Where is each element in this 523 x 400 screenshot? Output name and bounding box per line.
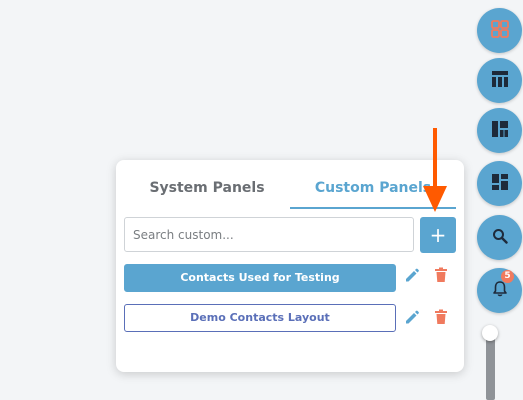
add-panel-button[interactable]: + <box>420 217 456 253</box>
widgets-button[interactable] <box>477 8 522 53</box>
dashboard-icon <box>491 173 509 195</box>
pencil-icon[interactable] <box>403 266 421 284</box>
dashboard-button[interactable] <box>477 161 522 206</box>
pencil-icon[interactable] <box>403 308 421 326</box>
table-layout-button[interactable] <box>477 58 522 103</box>
trash-icon[interactable] <box>432 266 450 284</box>
notification-badge: 5 <box>501 270 514 283</box>
trash-icon[interactable] <box>432 308 450 326</box>
widgets-icon <box>490 19 510 43</box>
search-input[interactable] <box>124 217 414 252</box>
panel-layout-icon <box>491 120 509 142</box>
layout-item-demo-contacts-layout[interactable]: Demo Contacts Layout <box>124 304 396 332</box>
tab-system-panels[interactable]: System Panels <box>134 180 280 208</box>
search-button[interactable] <box>477 215 522 260</box>
layout-item-contacts-used-for-testing[interactable]: Contacts Used for Testing <box>124 264 396 292</box>
custom-panels-popup: System Panels Custom Panels + Contacts U… <box>116 160 464 372</box>
annotation-arrow-icon <box>420 126 450 220</box>
rail-handle[interactable] <box>482 325 498 341</box>
table-layout-icon <box>491 70 509 92</box>
search-icon <box>492 228 508 248</box>
notifications-button[interactable]: 5 <box>477 268 522 313</box>
panel-layout-button[interactable] <box>477 108 522 153</box>
